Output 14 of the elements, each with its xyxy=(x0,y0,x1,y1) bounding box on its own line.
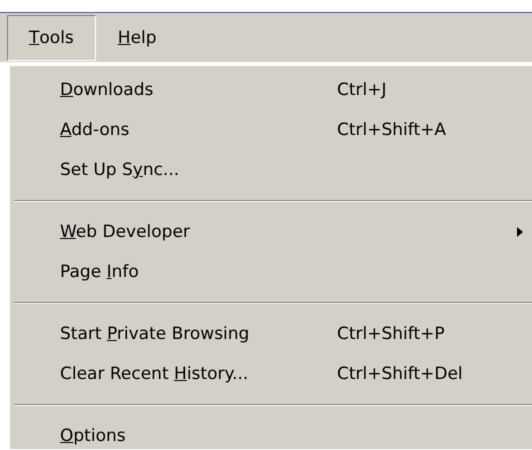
menu-item[interactable]: Add-ons Ctrl+Shift+A xyxy=(10,110,532,150)
menu-item[interactable]: Page Info xyxy=(10,252,532,292)
menu-item[interactable]: Downloads Ctrl+J xyxy=(10,70,532,110)
menu-item[interactable]: Web Developer xyxy=(10,212,532,252)
shortcut-label: Ctrl+Shift+A xyxy=(337,120,448,140)
shortcut-label: Ctrl+Shift+Del xyxy=(337,364,464,384)
shortcut-label: Ctrl+Shift+P xyxy=(337,324,446,344)
menu-item[interactable]: Start Private Browsing Ctrl+Shift+P xyxy=(10,314,532,354)
menu-item[interactable]: Options xyxy=(10,416,532,449)
shortcut-label: Ctrl+J xyxy=(337,80,388,100)
menu-item[interactable]: Set Up Sync... xyxy=(10,150,532,190)
menu-bar-item[interactable]: Help xyxy=(96,15,179,61)
menu-item[interactable]: Clear Recent History... Ctrl+Shift+Del xyxy=(10,354,532,394)
menu-bar-item[interactable]: Tools xyxy=(7,15,96,61)
